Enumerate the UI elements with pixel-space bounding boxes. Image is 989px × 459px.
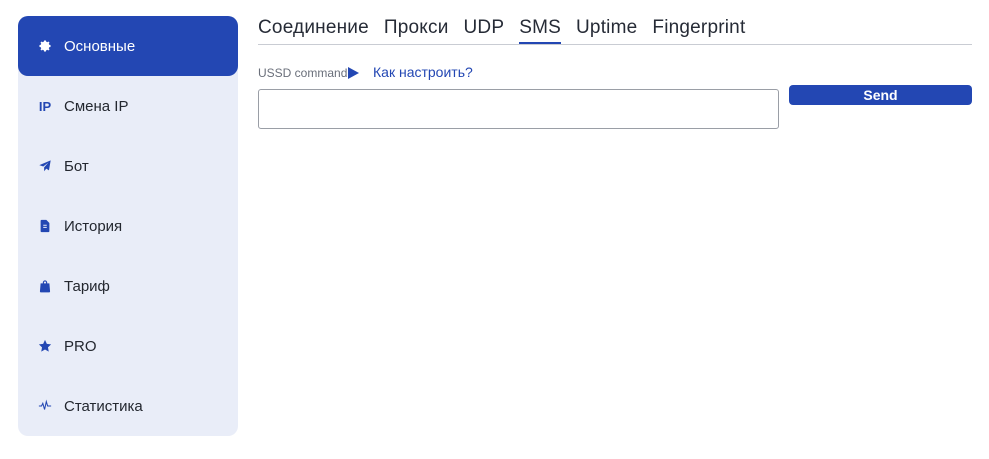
sidebar-item-tariff[interactable]: Тариф <box>18 256 238 316</box>
activity-icon <box>37 398 53 414</box>
tab-uptime[interactable]: Uptime <box>576 16 637 44</box>
tab-fingerprint[interactable]: Fingerprint <box>652 16 745 44</box>
sidebar: Основные IP Смена IP Бот История Тариф P… <box>18 16 238 436</box>
sidebar-item-bot[interactable]: Бот <box>18 136 238 196</box>
sidebar-item-statistics[interactable]: Статистика <box>18 376 238 436</box>
ussd-command-label: USSD command <box>258 66 348 80</box>
tab-proxy[interactable]: Прокси <box>384 16 449 44</box>
sidebar-item-label: История <box>64 217 123 235</box>
sidebar-item-main[interactable]: Основные <box>18 16 238 76</box>
sidebar-item-change-ip[interactable]: IP Смена IP <box>18 76 238 136</box>
ussd-command-input[interactable] <box>258 89 779 129</box>
play-icon <box>346 66 360 80</box>
sidebar-item-label: Тариф <box>64 277 110 295</box>
sidebar-item-label: Статистика <box>64 397 143 415</box>
sidebar-item-label: Смена IP <box>64 97 129 115</box>
shopping-bag-icon <box>37 278 53 294</box>
tab-udp[interactable]: UDP <box>464 16 505 44</box>
paper-plane-icon <box>37 158 53 174</box>
send-button[interactable]: Send <box>789 85 972 105</box>
tab-connection[interactable]: Соединение <box>258 16 369 44</box>
sidebar-item-label: Бот <box>64 157 89 175</box>
help-link[interactable]: Как настроить? <box>373 64 473 80</box>
document-icon <box>37 218 53 234</box>
gear-icon <box>37 38 53 54</box>
star-icon <box>37 338 53 354</box>
sidebar-item-pro[interactable]: PRO <box>18 316 238 376</box>
sidebar-item-label: PRO <box>64 337 97 355</box>
sidebar-item-history[interactable]: История <box>18 196 238 256</box>
ip-icon: IP <box>38 98 52 114</box>
tab-sms[interactable]: SMS <box>519 16 562 44</box>
tab-bar: Соединение Прокси UDP SMS Uptime Fingerp… <box>258 16 972 45</box>
sidebar-item-label: Основные <box>64 37 136 55</box>
